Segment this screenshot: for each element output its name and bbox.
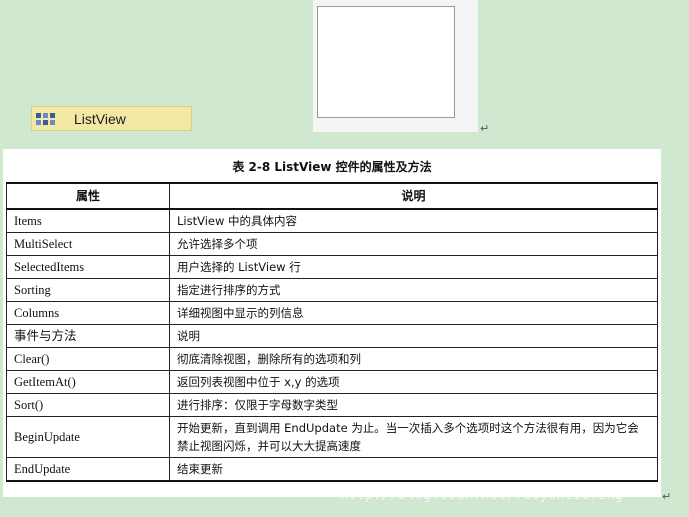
- document-image: 表 2-8 ListView 控件的属性及方法 属性 说明 Items List…: [3, 149, 661, 497]
- toolbox-item-listview[interactable]: ListView: [31, 106, 192, 131]
- listview-preview: [313, 0, 478, 132]
- row-desc: 开始更新，直到调用 EndUpdate 为止。当一次插入多个选项时这个方法很有用…: [169, 416, 658, 458]
- properties-table: 属性 说明 Items ListView 中的具体内容 MultiSelect …: [6, 182, 658, 482]
- header-description: 说明: [169, 182, 658, 210]
- paragraph-mark-end: ↵: [662, 490, 672, 503]
- table-row: MultiSelect 允许选择多个项: [6, 232, 658, 256]
- row-desc: 返回列表视图中位于 x,y 的选项: [169, 370, 658, 394]
- row-name: Items: [6, 208, 170, 233]
- row-desc: 结束更新: [169, 457, 658, 482]
- row-name: MultiSelect: [6, 232, 170, 256]
- row-name: 事件与方法: [6, 324, 170, 348]
- row-desc: 指定进行排序的方式: [169, 278, 658, 302]
- row-desc: 进行排序：仅限于字母数字类型: [169, 393, 658, 417]
- table-row: GetItemAt() 返回列表视图中位于 x,y 的选项: [6, 370, 658, 394]
- toolbox-item-label: ListView: [74, 110, 126, 127]
- row-name: EndUpdate: [6, 457, 170, 482]
- row-desc: 说明: [169, 324, 658, 348]
- table-row: 事件与方法 说明: [6, 324, 658, 348]
- row-name: Columns: [6, 301, 170, 325]
- watermark-text: http://blog.csdn.net/ruoyunliufeng: [340, 488, 624, 503]
- table-caption: 表 2-8 ListView 控件的属性及方法: [232, 160, 432, 174]
- row-name: GetItemAt(): [6, 370, 170, 394]
- table-row: Sorting 指定进行排序的方式: [6, 278, 658, 302]
- row-name: Clear(): [6, 347, 170, 371]
- table-row: Columns 详细视图中显示的列信息: [6, 301, 658, 325]
- row-desc: ListView 中的具体内容: [169, 208, 658, 233]
- table-row: Clear() 彻底清除视图，删除所有的选项和列: [6, 347, 658, 371]
- paragraph-mark: ↵: [480, 122, 490, 135]
- table-row: SelectedItems 用户选择的 ListView 行: [6, 255, 658, 279]
- listview-icon: [36, 112, 56, 126]
- row-desc: 详细视图中显示的列信息: [169, 301, 658, 325]
- row-name: BeginUpdate: [6, 416, 170, 458]
- listview-preview-control: [317, 6, 455, 118]
- table-row: EndUpdate 结束更新: [6, 457, 658, 482]
- table-row: BeginUpdate 开始更新，直到调用 EndUpdate 为止。当一次插入…: [6, 416, 658, 458]
- header-property: 属性: [6, 182, 170, 210]
- row-name: Sorting: [6, 278, 170, 302]
- row-name: SelectedItems: [6, 255, 170, 279]
- row-desc: 彻底清除视图，删除所有的选项和列: [169, 347, 658, 371]
- row-desc: 允许选择多个项: [169, 232, 658, 256]
- table-header-row: 属性 说明: [6, 182, 658, 210]
- row-desc: 用户选择的 ListView 行: [169, 255, 658, 279]
- table-row: Sort() 进行排序：仅限于字母数字类型: [6, 393, 658, 417]
- table-row: Items ListView 中的具体内容: [6, 208, 658, 233]
- row-name: Sort(): [6, 393, 170, 417]
